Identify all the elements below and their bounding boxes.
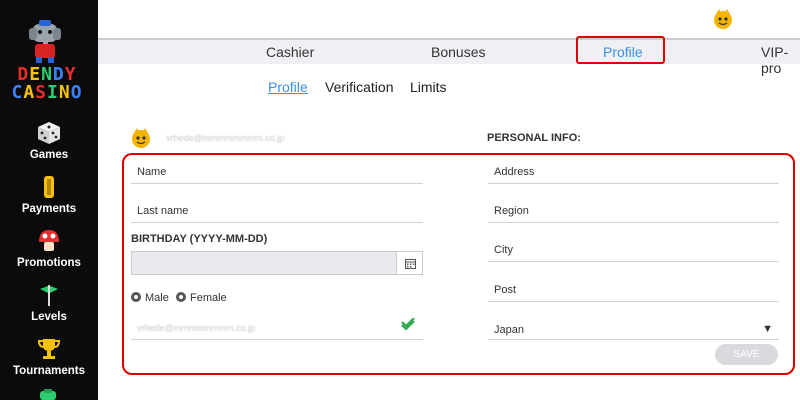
profile-tab-highlight: [576, 36, 665, 64]
trophy-icon: [37, 339, 61, 359]
calendar-icon: [405, 259, 416, 269]
email-field-value: vrhede@mmmmmmmm.co.jp: [137, 323, 256, 333]
user-avatar-icon[interactable]: [712, 8, 734, 30]
country-select[interactable]: Japan ▼: [488, 316, 779, 340]
radio-female-icon: [176, 292, 186, 302]
post-placeholder: Post: [494, 284, 517, 296]
city-field[interactable]: City: [488, 238, 779, 262]
save-button[interactable]: SAVE: [715, 344, 778, 365]
tab-bonuses[interactable]: Bonuses: [431, 44, 485, 60]
birthday-input[interactable]: [131, 251, 396, 275]
calendar-button[interactable]: [396, 251, 423, 275]
profile-avatar-icon: [132, 128, 150, 148]
logo-line-2: CASINO: [11, 82, 83, 103]
top-bar: [98, 0, 800, 38]
radio-male-icon: [131, 292, 141, 302]
city-placeholder: City: [494, 244, 513, 256]
sidebar-item-payments[interactable]: Payments: [0, 175, 98, 215]
sidebar-item-games[interactable]: Games: [0, 121, 98, 161]
gender-male-radio[interactable]: Male: [131, 292, 169, 304]
sidebar-item-label: Tournaments: [13, 365, 85, 377]
caret-down-icon: ▼: [762, 323, 773, 335]
sidebar-item-label: Promotions: [17, 257, 81, 269]
user-email-blurred: vrhede@mmmmmmmm.co.jp: [166, 133, 285, 143]
post-field[interactable]: Post: [488, 278, 779, 302]
region-placeholder: Region: [494, 205, 529, 217]
gender-male-label: Male: [145, 292, 169, 304]
verified-check-icon: [401, 318, 415, 331]
personal-info-heading: PERSONAL INFO:: [487, 132, 581, 144]
country-value: Japan: [494, 324, 524, 336]
tab-cashier[interactable]: Cashier: [266, 44, 314, 60]
birthday-label: BIRTHDAY (YYYY-MM-DD): [131, 233, 268, 245]
sidebar-item-promotions[interactable]: Promotions: [0, 229, 98, 269]
name-field[interactable]: Name: [131, 160, 423, 184]
dice-icon: [38, 122, 60, 144]
address-placeholder: Address: [494, 166, 535, 178]
region-field[interactable]: Region: [488, 199, 779, 223]
sidebar-item-label: Payments: [21, 203, 77, 215]
address-field[interactable]: Address: [488, 160, 779, 184]
partial-sidebar-icon: [40, 389, 56, 400]
coin-icon: [44, 176, 54, 198]
email-field[interactable]: vrhede@mmmmmmmm.co.jp: [131, 316, 423, 340]
mushroom-icon: [39, 230, 59, 251]
elephant-mascot-logo[interactable]: [27, 20, 63, 64]
name-placeholder: Name: [137, 166, 167, 178]
gender-female-radio[interactable]: Female: [176, 292, 227, 304]
subtab-limits[interactable]: Limits: [410, 79, 447, 95]
subtab-verification[interactable]: Verification: [325, 79, 393, 95]
sidebar: DENDY CASINO Games Payments Promotions L…: [0, 0, 98, 400]
last-name-placeholder: Last name: [137, 205, 189, 217]
tab-vip-program[interactable]: VIP-pro: [761, 44, 800, 76]
subtab-profile[interactable]: Profile: [268, 79, 308, 95]
sidebar-item-label: Games: [29, 149, 69, 161]
flag-icon: [40, 285, 58, 306]
gender-female-label: Female: [190, 292, 227, 304]
sidebar-item-tournaments[interactable]: Tournaments: [0, 337, 98, 377]
sidebar-item-levels[interactable]: Levels: [0, 283, 98, 323]
brand-logo-text[interactable]: DENDY CASINO: [5, 66, 89, 102]
tab-bar: Cashier Bonuses Profile VIP-pro: [98, 38, 800, 76]
last-name-field[interactable]: Last name: [131, 199, 423, 223]
sidebar-item-label: Levels: [31, 311, 67, 323]
